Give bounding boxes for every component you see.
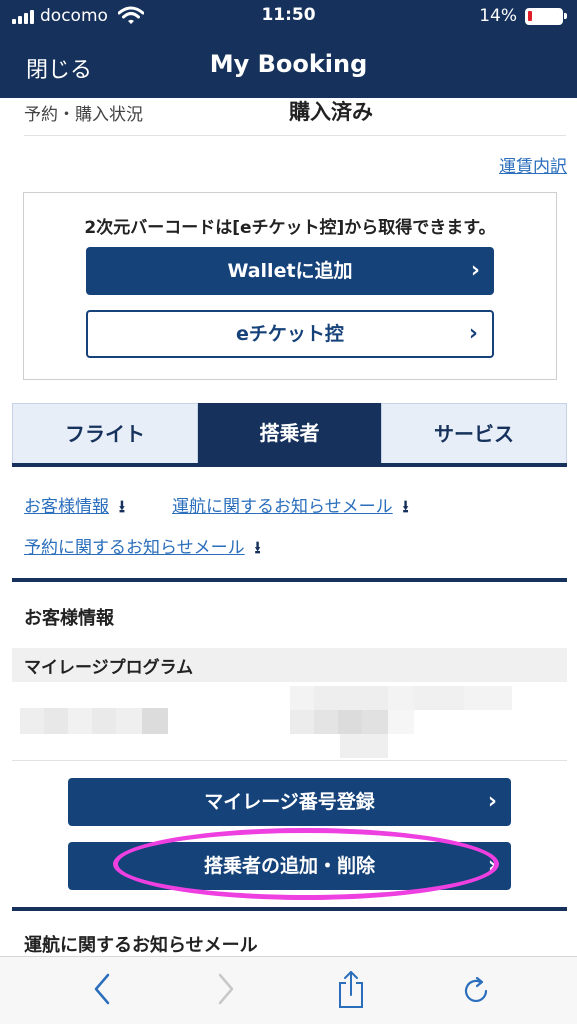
booking-status-label: 予約・購入状況 (24, 105, 143, 125)
battery-percentage: 14% (479, 6, 517, 26)
customer-info-title: お客様情報 (24, 608, 114, 629)
chevron-right-icon: › (487, 853, 497, 878)
share-icon[interactable] (336, 969, 366, 1009)
booking-tabs: フライト 搭乗者 サービス (12, 403, 567, 467)
tab-passenger[interactable]: 搭乗者 (198, 403, 381, 463)
fare-breakdown-link[interactable]: 運賃内訳 (499, 152, 567, 177)
booking-status-value: 購入済み (289, 100, 373, 124)
status-bar: docomo 11:50 14% (0, 0, 577, 34)
anchor-flight-mail-label: 運航に関するお知らせメール (172, 497, 393, 517)
chevron-right-icon: › (487, 789, 497, 814)
register-mileage-number-button[interactable]: マイレージ番号登録 › (68, 778, 511, 826)
row-divider (12, 760, 567, 761)
mileage-program-header: マイレージプログラム (12, 648, 567, 682)
chevron-right-icon: › (468, 321, 478, 346)
browser-toolbar (0, 956, 577, 1024)
arrow-down-icon: ⭳ (402, 497, 409, 517)
redacted-name (20, 708, 168, 734)
reload-icon[interactable] (460, 975, 492, 1007)
add-remove-passenger-button[interactable]: 搭乗者の追加・削除 › (68, 842, 511, 890)
app-header: docomo 11:50 14% 閉じる My Booking (0, 0, 577, 98)
add-to-wallet-label: Walletに追加 (227, 260, 353, 282)
tab-flight[interactable]: フライト (12, 403, 198, 463)
back-icon[interactable] (90, 971, 114, 1007)
barcode-info-box: 2次元バーコードは[eチケット控]から取得できます。 Walletに追加 › e… (23, 192, 557, 380)
register-mileage-label: マイレージ番号登録 (204, 791, 375, 813)
anchor-flight-mail[interactable]: 運航に関するお知らせメール ⭳ (172, 492, 409, 523)
barcode-note: 2次元バーコードは[eチケット控]から取得できます。 (84, 218, 496, 238)
redacted-mileage-number (290, 686, 512, 758)
anchor-booking-mail-label: 予約に関するお知らせメール (24, 538, 245, 558)
battery-icon (525, 8, 567, 25)
tab-service[interactable]: サービス (381, 403, 567, 463)
booking-status-row: 予約・購入状況 購入済み (24, 98, 566, 136)
battery-level (528, 11, 532, 21)
section-divider (12, 907, 567, 911)
mileage-program-label: マイレージプログラム (24, 658, 194, 678)
arrow-down-icon: ⭳ (119, 497, 125, 517)
section-divider (12, 578, 567, 582)
add-to-wallet-button[interactable]: Walletに追加 › (86, 247, 494, 295)
arrow-down-icon: ⭳ (254, 538, 261, 558)
eticket-button[interactable]: eチケット控 › (86, 310, 494, 358)
anchor-booking-mail[interactable]: 予約に関するお知らせメール ⭳ (24, 533, 261, 564)
add-remove-passenger-label: 搭乗者の追加・削除 (203, 855, 375, 877)
forward-icon (218, 973, 234, 1005)
anchor-customer-info-label: お客様情報 (24, 497, 109, 517)
chevron-right-icon: › (470, 258, 480, 283)
page-title: My Booking (209, 50, 368, 78)
eticket-label: eチケット控 (236, 323, 344, 345)
anchor-customer-info[interactable]: お客様情報 ⭳ (24, 492, 125, 523)
flight-mail-section-title: 運航に関するお知らせメール (24, 935, 258, 956)
